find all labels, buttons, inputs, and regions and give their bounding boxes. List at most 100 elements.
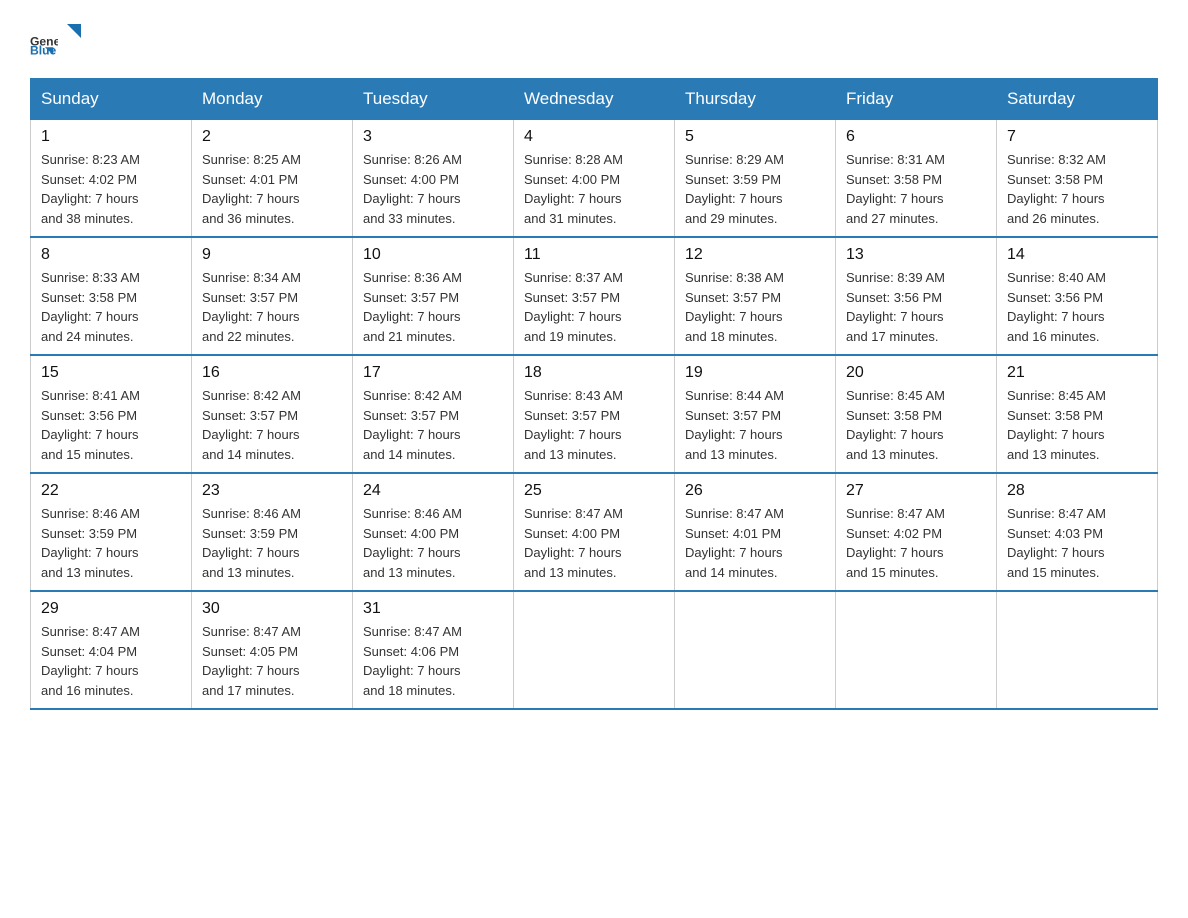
day-number: 11	[524, 246, 664, 264]
day-cell: 3 Sunrise: 8:26 AM Sunset: 4:00 PM Dayli…	[353, 120, 514, 238]
day-cell: 14 Sunrise: 8:40 AM Sunset: 3:56 PM Dayl…	[997, 237, 1158, 355]
day-cell: 17 Sunrise: 8:42 AM Sunset: 3:57 PM Dayl…	[353, 355, 514, 473]
day-info: Sunrise: 8:45 AM Sunset: 3:58 PM Dayligh…	[846, 386, 986, 464]
day-info: Sunrise: 8:47 AM Sunset: 4:03 PM Dayligh…	[1007, 504, 1147, 582]
day-cell: 25 Sunrise: 8:47 AM Sunset: 4:00 PM Dayl…	[514, 473, 675, 591]
header-saturday: Saturday	[997, 79, 1158, 120]
logo-triangle-icon	[63, 20, 85, 42]
day-cell: 1 Sunrise: 8:23 AM Sunset: 4:02 PM Dayli…	[31, 120, 192, 238]
day-number: 16	[202, 364, 342, 382]
day-info: Sunrise: 8:32 AM Sunset: 3:58 PM Dayligh…	[1007, 150, 1147, 228]
calendar-table: SundayMondayTuesdayWednesdayThursdayFrid…	[30, 78, 1158, 710]
day-cell	[675, 591, 836, 709]
day-info: Sunrise: 8:45 AM Sunset: 3:58 PM Dayligh…	[1007, 386, 1147, 464]
week-row-5: 29 Sunrise: 8:47 AM Sunset: 4:04 PM Dayl…	[31, 591, 1158, 709]
day-number: 12	[685, 246, 825, 264]
day-cell: 26 Sunrise: 8:47 AM Sunset: 4:01 PM Dayl…	[675, 473, 836, 591]
day-cell: 5 Sunrise: 8:29 AM Sunset: 3:59 PM Dayli…	[675, 120, 836, 238]
day-number: 15	[41, 364, 181, 382]
day-info: Sunrise: 8:46 AM Sunset: 4:00 PM Dayligh…	[363, 504, 503, 582]
day-cell: 23 Sunrise: 8:46 AM Sunset: 3:59 PM Dayl…	[192, 473, 353, 591]
day-number: 13	[846, 246, 986, 264]
svg-text:Blue: Blue	[30, 44, 57, 58]
day-number: 18	[524, 364, 664, 382]
day-number: 10	[363, 246, 503, 264]
day-info: Sunrise: 8:34 AM Sunset: 3:57 PM Dayligh…	[202, 268, 342, 346]
day-cell: 7 Sunrise: 8:32 AM Sunset: 3:58 PM Dayli…	[997, 120, 1158, 238]
day-info: Sunrise: 8:46 AM Sunset: 3:59 PM Dayligh…	[202, 504, 342, 582]
day-cell: 10 Sunrise: 8:36 AM Sunset: 3:57 PM Dayl…	[353, 237, 514, 355]
day-cell: 27 Sunrise: 8:47 AM Sunset: 4:02 PM Dayl…	[836, 473, 997, 591]
day-cell: 24 Sunrise: 8:46 AM Sunset: 4:00 PM Dayl…	[353, 473, 514, 591]
day-number: 1	[41, 128, 181, 146]
day-info: Sunrise: 8:42 AM Sunset: 3:57 PM Dayligh…	[202, 386, 342, 464]
day-cell: 4 Sunrise: 8:28 AM Sunset: 4:00 PM Dayli…	[514, 120, 675, 238]
day-cell: 15 Sunrise: 8:41 AM Sunset: 3:56 PM Dayl…	[31, 355, 192, 473]
day-info: Sunrise: 8:47 AM Sunset: 4:05 PM Dayligh…	[202, 622, 342, 700]
day-number: 24	[363, 482, 503, 500]
day-cell: 13 Sunrise: 8:39 AM Sunset: 3:56 PM Dayl…	[836, 237, 997, 355]
day-number: 2	[202, 128, 342, 146]
day-cell: 19 Sunrise: 8:44 AM Sunset: 3:57 PM Dayl…	[675, 355, 836, 473]
week-row-4: 22 Sunrise: 8:46 AM Sunset: 3:59 PM Dayl…	[31, 473, 1158, 591]
day-cell: 11 Sunrise: 8:37 AM Sunset: 3:57 PM Dayl…	[514, 237, 675, 355]
day-number: 7	[1007, 128, 1147, 146]
day-info: Sunrise: 8:47 AM Sunset: 4:01 PM Dayligh…	[685, 504, 825, 582]
day-cell: 6 Sunrise: 8:31 AM Sunset: 3:58 PM Dayli…	[836, 120, 997, 238]
day-number: 17	[363, 364, 503, 382]
day-number: 8	[41, 246, 181, 264]
page-header: General Blue	[30, 20, 1158, 68]
day-cell: 22 Sunrise: 8:46 AM Sunset: 3:59 PM Dayl…	[31, 473, 192, 591]
day-info: Sunrise: 8:47 AM Sunset: 4:06 PM Dayligh…	[363, 622, 503, 700]
day-info: Sunrise: 8:25 AM Sunset: 4:01 PM Dayligh…	[202, 150, 342, 228]
day-number: 29	[41, 600, 181, 618]
day-cell: 2 Sunrise: 8:25 AM Sunset: 4:01 PM Dayli…	[192, 120, 353, 238]
day-info: Sunrise: 8:43 AM Sunset: 3:57 PM Dayligh…	[524, 386, 664, 464]
day-info: Sunrise: 8:26 AM Sunset: 4:00 PM Dayligh…	[363, 150, 503, 228]
day-info: Sunrise: 8:42 AM Sunset: 3:57 PM Dayligh…	[363, 386, 503, 464]
day-number: 27	[846, 482, 986, 500]
day-cell: 31 Sunrise: 8:47 AM Sunset: 4:06 PM Dayl…	[353, 591, 514, 709]
day-cell: 8 Sunrise: 8:33 AM Sunset: 3:58 PM Dayli…	[31, 237, 192, 355]
day-cell: 16 Sunrise: 8:42 AM Sunset: 3:57 PM Dayl…	[192, 355, 353, 473]
day-number: 23	[202, 482, 342, 500]
day-info: Sunrise: 8:47 AM Sunset: 4:04 PM Dayligh…	[41, 622, 181, 700]
day-cell: 28 Sunrise: 8:47 AM Sunset: 4:03 PM Dayl…	[997, 473, 1158, 591]
day-number: 26	[685, 482, 825, 500]
day-cell	[514, 591, 675, 709]
day-number: 4	[524, 128, 664, 146]
day-info: Sunrise: 8:46 AM Sunset: 3:59 PM Dayligh…	[41, 504, 181, 582]
day-cell: 30 Sunrise: 8:47 AM Sunset: 4:05 PM Dayl…	[192, 591, 353, 709]
day-info: Sunrise: 8:47 AM Sunset: 4:00 PM Dayligh…	[524, 504, 664, 582]
day-number: 31	[363, 600, 503, 618]
day-info: Sunrise: 8:44 AM Sunset: 3:57 PM Dayligh…	[685, 386, 825, 464]
day-info: Sunrise: 8:39 AM Sunset: 3:56 PM Dayligh…	[846, 268, 986, 346]
header-friday: Friday	[836, 79, 997, 120]
day-cell: 21 Sunrise: 8:45 AM Sunset: 3:58 PM Dayl…	[997, 355, 1158, 473]
day-cell: 12 Sunrise: 8:38 AM Sunset: 3:57 PM Dayl…	[675, 237, 836, 355]
logo: General Blue	[30, 20, 86, 68]
day-info: Sunrise: 8:47 AM Sunset: 4:02 PM Dayligh…	[846, 504, 986, 582]
day-cell	[836, 591, 997, 709]
day-info: Sunrise: 8:23 AM Sunset: 4:02 PM Dayligh…	[41, 150, 181, 228]
day-number: 9	[202, 246, 342, 264]
day-info: Sunrise: 8:31 AM Sunset: 3:58 PM Dayligh…	[846, 150, 986, 228]
week-row-1: 1 Sunrise: 8:23 AM Sunset: 4:02 PM Dayli…	[31, 120, 1158, 238]
day-info: Sunrise: 8:33 AM Sunset: 3:58 PM Dayligh…	[41, 268, 181, 346]
day-number: 28	[1007, 482, 1147, 500]
day-number: 21	[1007, 364, 1147, 382]
day-info: Sunrise: 8:36 AM Sunset: 3:57 PM Dayligh…	[363, 268, 503, 346]
day-info: Sunrise: 8:37 AM Sunset: 3:57 PM Dayligh…	[524, 268, 664, 346]
day-info: Sunrise: 8:41 AM Sunset: 3:56 PM Dayligh…	[41, 386, 181, 464]
day-number: 6	[846, 128, 986, 146]
logo-icon: General Blue	[30, 30, 58, 58]
day-cell: 20 Sunrise: 8:45 AM Sunset: 3:58 PM Dayl…	[836, 355, 997, 473]
day-cell: 29 Sunrise: 8:47 AM Sunset: 4:04 PM Dayl…	[31, 591, 192, 709]
day-number: 19	[685, 364, 825, 382]
day-number: 3	[363, 128, 503, 146]
header-monday: Monday	[192, 79, 353, 120]
header-tuesday: Tuesday	[353, 79, 514, 120]
day-info: Sunrise: 8:29 AM Sunset: 3:59 PM Dayligh…	[685, 150, 825, 228]
calendar-header-row: SundayMondayTuesdayWednesdayThursdayFrid…	[31, 79, 1158, 120]
day-number: 20	[846, 364, 986, 382]
